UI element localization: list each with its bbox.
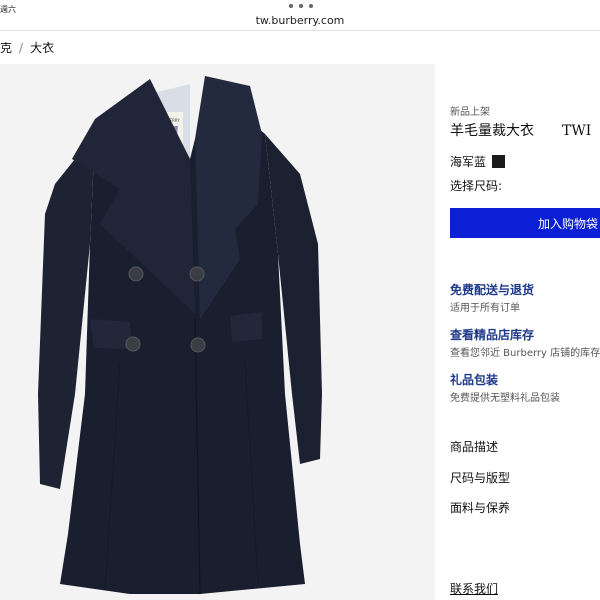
gift-wrap-link[interactable]: 礼品包装 bbox=[450, 371, 498, 388]
breadcrumb-separator: / bbox=[19, 41, 24, 55]
product-title: 羊毛量裁大衣 TWI bbox=[450, 120, 591, 140]
accordion-product-description[interactable]: 商品描述 bbox=[450, 438, 498, 455]
free-shipping-subtitle: 适用于所有订单 bbox=[450, 303, 520, 314]
product-name: 羊毛量裁大衣 bbox=[450, 123, 534, 139]
contact-us-link[interactable]: 联系我们 bbox=[450, 580, 498, 597]
store-stock-subtitle: 查看您邻近 Burberry 店铺的库存 bbox=[450, 348, 600, 359]
tab-overview-dots[interactable] bbox=[289, 4, 313, 8]
coat-button bbox=[128, 266, 144, 282]
color-swatch[interactable] bbox=[492, 155, 506, 168]
add-to-bag-label: 加入购物袋 bbox=[537, 216, 598, 231]
coat-button bbox=[189, 266, 205, 282]
gift-wrap-subtitle: 免费提供无塑料礼品包装 bbox=[450, 393, 560, 404]
size-label[interactable]: 选择尺码: bbox=[450, 177, 502, 194]
color-selector[interactable]: 海军蓝 bbox=[450, 153, 506, 170]
product-name-suffix: TWI bbox=[562, 123, 592, 139]
product-image[interactable]: BURBERRY bbox=[0, 64, 435, 600]
accordion-size-fit[interactable]: 尺码与版型 bbox=[450, 469, 510, 486]
product-panel: 新品上架 羊毛量裁大衣 TWI 海军蓝 选择尺码: 加入购物袋 免费配送与退货 适… bbox=[450, 0, 600, 600]
breadcrumb-item-current[interactable]: 大衣 bbox=[30, 41, 54, 55]
breadcrumb-item-parent[interactable]: 克 bbox=[0, 41, 12, 55]
add-to-bag-button[interactable]: 加入购物袋 bbox=[450, 208, 600, 238]
coat-button bbox=[190, 337, 206, 353]
store-stock-link[interactable]: 查看精品店库存 bbox=[450, 326, 534, 343]
color-label: 海军蓝 bbox=[450, 155, 487, 169]
breadcrumb: 克 / 大衣 bbox=[0, 39, 54, 56]
free-shipping-link[interactable]: 免费配送与退货 bbox=[450, 281, 534, 298]
coat-right-pocket bbox=[230, 312, 262, 342]
coat-button bbox=[125, 336, 141, 352]
new-arrival-badge: 新品上架 bbox=[450, 107, 490, 118]
accordion-fabric-care[interactable]: 面料与保养 bbox=[450, 499, 510, 516]
